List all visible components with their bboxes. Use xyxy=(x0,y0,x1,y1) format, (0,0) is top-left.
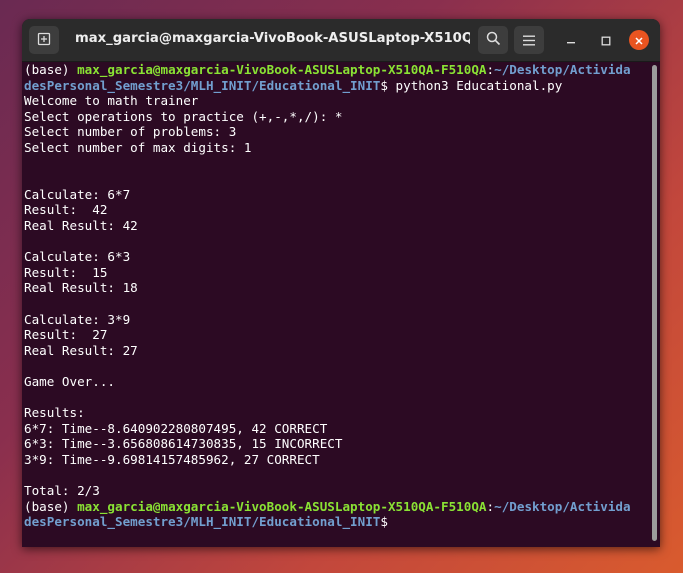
minimize-button[interactable] xyxy=(561,30,581,50)
prompt-path-continued: desPersonal_Semestre3/MLH_INIT/Education… xyxy=(24,77,381,93)
output-line: Result: 27 xyxy=(24,327,108,343)
minimize-icon xyxy=(566,31,576,50)
prompt-user-host: max_garcia@maxgarcia-VivoBook-ASUSLaptop… xyxy=(77,62,487,77)
output-line: Select operations to practice (+,-,*,/):… xyxy=(24,108,343,124)
final-prompt-line-continued: desPersonal_Semestre3/MLH_INIT/Education… xyxy=(24,514,650,530)
output-line: Results: xyxy=(24,405,85,421)
terminal-output-area[interactable]: (base) max_garcia@maxgarcia-VivoBook-ASU… xyxy=(22,62,650,547)
output-line: Select number of max digits: 1 xyxy=(24,139,252,155)
prompt-user-host: max_garcia@maxgarcia-VivoBook-ASUSLaptop… xyxy=(77,498,487,514)
window-title: max_garcia@maxgarcia-VivoBook-ASUSLaptop… xyxy=(75,31,470,46)
final-prompt-line: (base) max_garcia@maxgarcia-VivoBook-ASU… xyxy=(24,499,650,515)
output-line: Result: 42 xyxy=(24,202,108,218)
output-line: Result: 15 xyxy=(24,264,108,280)
terminal-window: max_garcia@maxgarcia-VivoBook-ASUSLaptop… xyxy=(22,19,660,547)
output-line: Welcome to math trainer xyxy=(24,93,199,109)
prompt-path: ~/Desktop/Activida xyxy=(494,498,631,514)
conda-env: (base) xyxy=(24,498,78,514)
new-tab-icon xyxy=(37,31,51,50)
menu-button[interactable] xyxy=(514,26,544,54)
output-line: Select number of problems: 3 xyxy=(24,124,237,140)
output-line: Game Over... xyxy=(24,373,115,389)
maximize-button[interactable] xyxy=(596,30,616,50)
close-icon xyxy=(634,31,644,50)
output-line: Calculate: 6*3 xyxy=(24,249,131,265)
scrollbar[interactable] xyxy=(652,65,657,541)
output-line: Real Result: 18 xyxy=(24,280,138,296)
output-line: Total: 2/3 xyxy=(24,483,100,499)
output-line: Real Result: 27 xyxy=(24,342,138,358)
hamburger-menu-icon xyxy=(523,31,535,50)
output-line: 3*9: Time--9.69814157485962, 27 CORRECT xyxy=(24,451,320,467)
search-icon xyxy=(486,31,501,50)
prompt-colon: : xyxy=(486,498,495,514)
prompt-path: ~/Desktop/Activida xyxy=(494,62,631,77)
prompt-path-continued: desPersonal_Semestre3/MLH_INIT/Education… xyxy=(24,514,381,530)
search-button[interactable] xyxy=(478,26,508,54)
maximize-icon xyxy=(601,31,611,50)
prompt-dollar: $ xyxy=(380,77,388,93)
output-line: Real Result: 42 xyxy=(24,217,138,233)
title-bar: max_garcia@maxgarcia-VivoBook-ASUSLaptop… xyxy=(22,19,660,62)
output-line: 6*7: Time--8.640902280807495, 42 CORRECT xyxy=(24,420,328,436)
prompt-colon: : xyxy=(486,62,495,77)
prompt-line: (base) max_garcia@maxgarcia-VivoBook-ASU… xyxy=(24,62,650,78)
output-line: 6*3: Time--3.656808614730835, 15 INCORRE… xyxy=(24,436,343,452)
conda-env: (base) xyxy=(24,62,78,77)
close-button[interactable] xyxy=(629,30,649,50)
prompt-dollar: $ xyxy=(380,514,388,530)
prompt-line-continued: desPersonal_Semestre3/MLH_INIT/Education… xyxy=(24,78,650,94)
new-tab-button[interactable] xyxy=(29,26,59,54)
program-output: Welcome to math trainer Select operations… xyxy=(24,93,650,498)
command-text: python3 Educational.py xyxy=(387,77,563,93)
output-line: Calculate: 3*9 xyxy=(24,311,131,327)
output-line: Calculate: 6*7 xyxy=(24,186,131,202)
